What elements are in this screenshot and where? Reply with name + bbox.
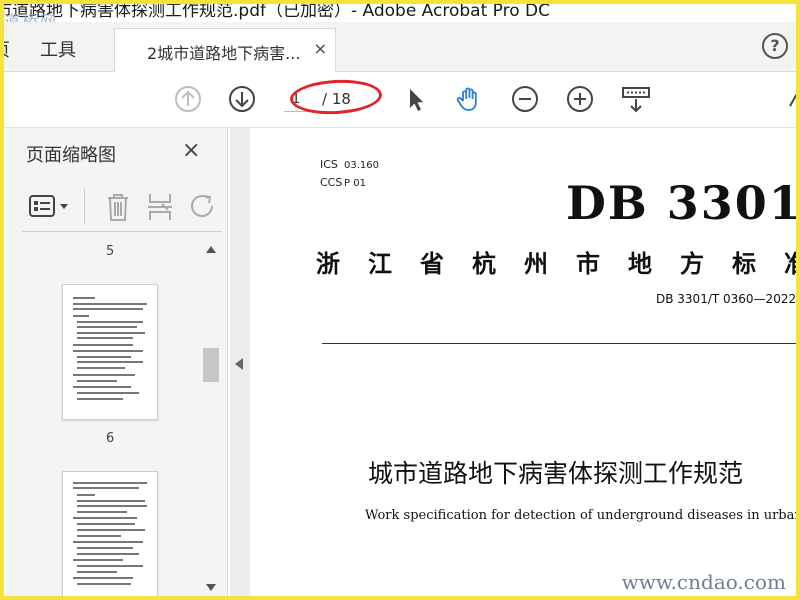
page-thumbnail[interactable] xyxy=(62,471,158,600)
page-number-input[interactable] xyxy=(284,86,308,112)
scroll-down-icon[interactable] xyxy=(206,584,216,591)
tab-document[interactable]: 2城市道路地下病害... × xyxy=(114,28,336,73)
ccs-label: CCS xyxy=(320,176,343,189)
more-tools-icon[interactable] xyxy=(784,84,800,114)
thumbnail-scrollbar[interactable] xyxy=(202,242,220,596)
close-panel-icon[interactable]: × xyxy=(182,138,200,163)
panel-collapse-strip[interactable] xyxy=(230,128,250,600)
previous-page-icon[interactable] xyxy=(173,84,203,114)
delete-page-icon[interactable] xyxy=(104,192,132,222)
page-total: / 18 xyxy=(322,90,351,108)
tab-document-label: 2城市道路地下病害... xyxy=(147,44,301,63)
thumbnail-options-icon[interactable] xyxy=(28,194,72,218)
page-thumbnails-panel: 页面缩略图 × 5 6 xyxy=(6,128,228,600)
tab-home[interactable]: 页 xyxy=(0,36,10,62)
scrollbar-thumb[interactable] xyxy=(203,348,219,382)
document-title-cn: 城市道路地下病害体探测工作规范 xyxy=(368,459,744,488)
toolbar-divider xyxy=(84,188,85,224)
zoom-in-icon[interactable] xyxy=(565,84,595,114)
toolbar: / 18 xyxy=(0,72,800,128)
hand-tool-icon[interactable] xyxy=(454,84,484,114)
select-tool-icon[interactable] xyxy=(400,84,430,114)
zoom-out-icon[interactable] xyxy=(510,84,540,114)
help-icon[interactable]: ? xyxy=(762,33,788,59)
extract-pages-icon[interactable] xyxy=(146,192,174,222)
tab-tools[interactable]: 工具 xyxy=(40,36,76,62)
panel-title: 页面缩略图 xyxy=(26,145,116,166)
collapse-arrow-icon[interactable] xyxy=(235,358,243,370)
header-rule xyxy=(322,343,800,344)
site-watermark-bottom: www.cndao.com xyxy=(621,570,786,594)
close-tab-icon[interactable]: × xyxy=(314,39,327,58)
standard-number: DB 3301/T 0360—2022 xyxy=(656,292,797,306)
tab-bar: 页 工具 2城市道路地下病害... × ? xyxy=(0,22,800,73)
ics-label: ICS xyxy=(320,158,338,171)
page-thumbnail[interactable] xyxy=(62,284,158,420)
standard-category: 浙江省杭州市地方标准 xyxy=(316,250,800,278)
thumbnail-page-label: 6 xyxy=(106,431,115,446)
document-title-en: Work specification for detection of unde… xyxy=(365,508,800,523)
classification-codes: ICS 03.160 CCS P 01 xyxy=(320,156,379,192)
rotate-page-icon[interactable] xyxy=(188,192,218,222)
scroll-mode-icon[interactable] xyxy=(620,84,652,114)
document-page: ICS 03.160 CCS P 01 DB 3301 浙江省杭州市地方标准 DB … xyxy=(250,128,800,600)
window-title: 城市道路地下病害体探测工作规范.pdf（已加密）- Adobe Acrobat … xyxy=(0,1,550,21)
ccs-value: P 01 xyxy=(344,178,366,189)
title-bar: 城市道路地下病害体探测工作规范.pdf（已加密）- Adobe Acrobat … xyxy=(0,0,800,31)
db-code: DB 3301 xyxy=(566,176,800,230)
scroll-up-icon[interactable] xyxy=(206,246,216,253)
thumbnail-toolbar xyxy=(22,182,222,232)
next-page-icon[interactable] xyxy=(227,84,257,114)
thumbnail-page-label: 5 xyxy=(106,244,115,259)
ics-value: 03.160 xyxy=(344,160,379,171)
